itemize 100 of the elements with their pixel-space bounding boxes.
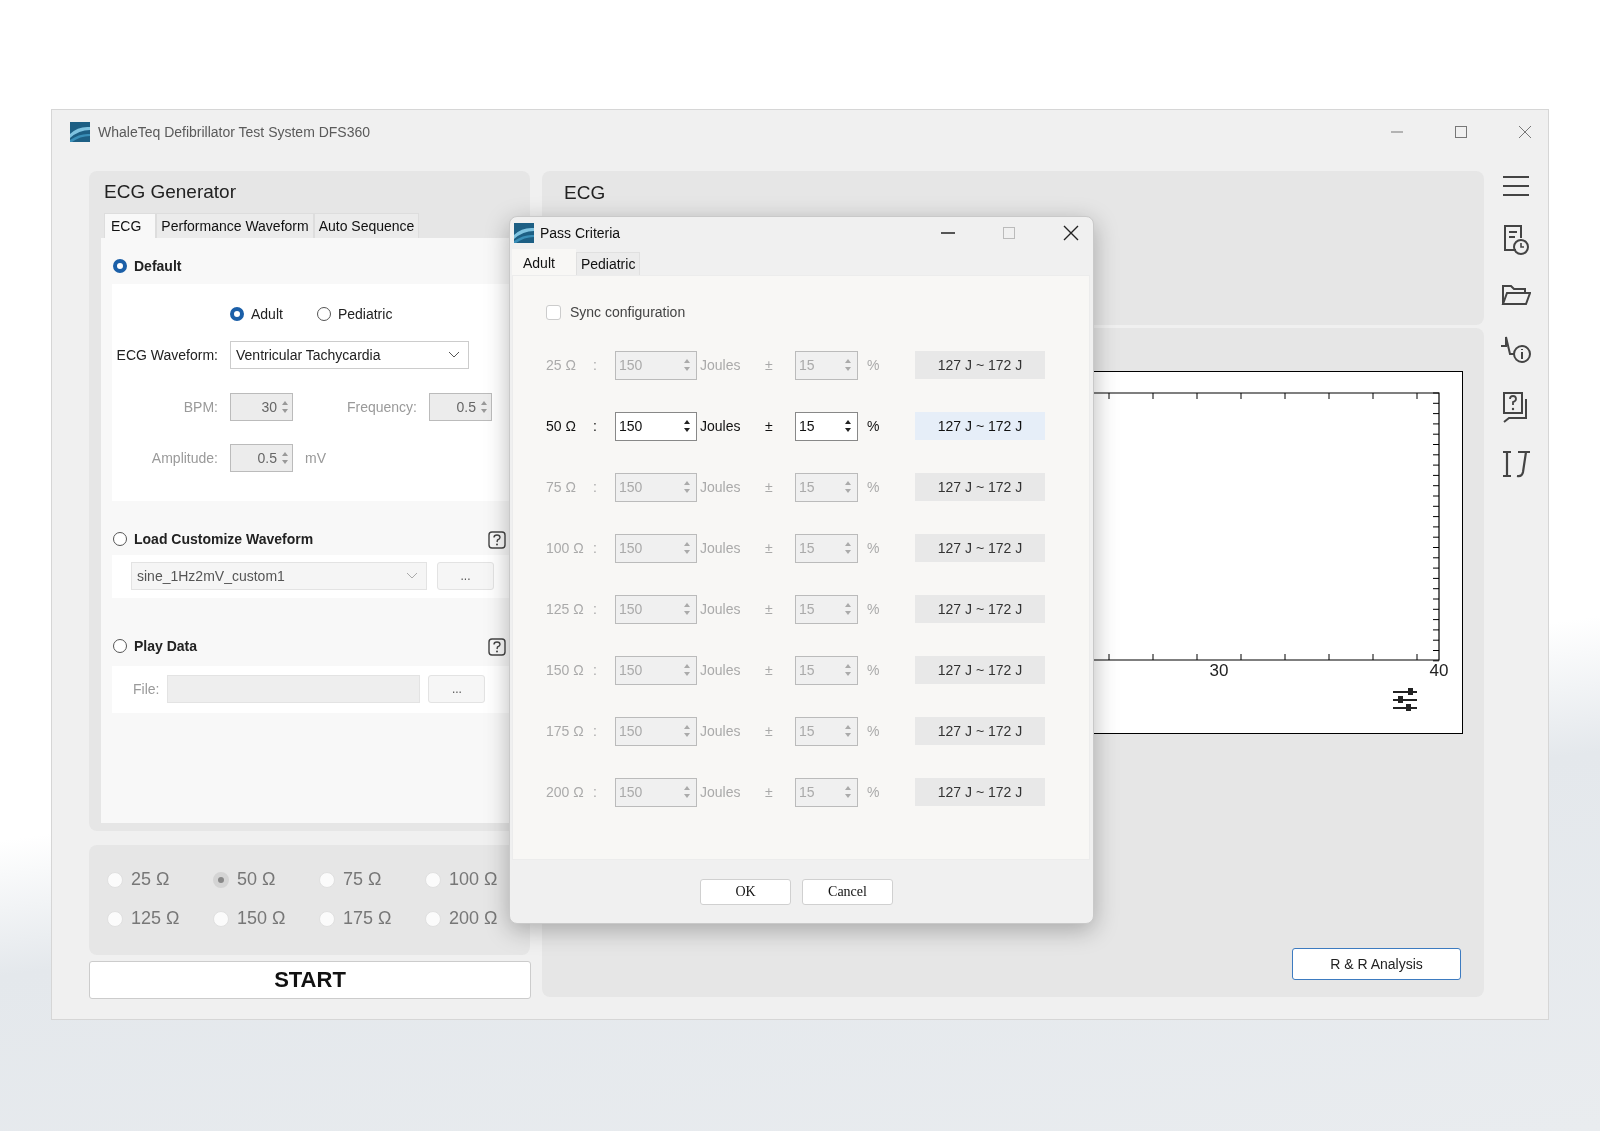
- app-logo-icon: [514, 223, 534, 243]
- impedance-label: 200 Ω: [546, 784, 585, 800]
- unit-label: %: [866, 662, 881, 678]
- impedance-label: 125 Ω: [546, 601, 585, 617]
- unit-label: %: [866, 540, 881, 556]
- separator-label: :: [593, 662, 598, 678]
- plus-minus-label: ±: [765, 357, 774, 373]
- impedance-label: 75 Ω: [546, 479, 577, 495]
- menu-icon[interactable]: [1502, 175, 1530, 197]
- file-dropdown[interactable]: sine_1Hz2mV_custom1: [131, 562, 427, 590]
- unit-label: Joules: [699, 601, 742, 617]
- energy-range: 127 J ~ 172 J: [915, 412, 1045, 440]
- unit-label: mV: [305, 450, 326, 466]
- tolerance-field[interactable]: 15: [795, 411, 858, 441]
- plus-minus-label: ±: [765, 601, 774, 617]
- radio-option[interactable]: Pediatric: [316, 306, 393, 322]
- unit-label: %: [866, 601, 881, 617]
- energy-field[interactable]: 150: [615, 411, 697, 441]
- tab[interactable]: Auto Sequence: [313, 213, 420, 238]
- separator-label: :: [593, 723, 598, 739]
- unit-label: %: [866, 723, 881, 739]
- axis-tick-label: 40: [1429, 661, 1449, 680]
- unit-label: Joules: [699, 662, 742, 678]
- separator-label: :: [593, 601, 598, 617]
- document-clock-icon[interactable]: [1502, 224, 1530, 256]
- impedance-label: 175 Ω: [546, 723, 585, 739]
- panel-title: ECG: [563, 182, 607, 205]
- field-label: Amplitude:: [150, 450, 219, 466]
- help-icon[interactable]: [488, 531, 506, 549]
- plus-minus-label: ±: [765, 479, 774, 495]
- unit-label: Joules: [699, 540, 742, 556]
- maximize-icon[interactable]: [1002, 226, 1016, 240]
- energy-range: 127 J ~ 172 J: [915, 656, 1045, 684]
- separator-label: :: [593, 784, 598, 800]
- radio-option[interactable]: Load Customize Waveform: [112, 531, 314, 547]
- tab[interactable]: Pediatric: [575, 252, 641, 275]
- waveform-dropdown[interactable]: Ventricular Tachycardia: [230, 341, 469, 369]
- unit-label: %: [866, 418, 881, 434]
- field-label: File:: [132, 681, 160, 697]
- unit-label: %: [866, 479, 881, 495]
- unit-label: Joules: [699, 479, 742, 495]
- radio-circle[interactable]: [316, 307, 331, 321]
- unit-label: Joules: [699, 784, 742, 800]
- radio-option[interactable]: Default: [112, 258, 182, 274]
- chevron-down-icon: [448, 351, 460, 359]
- separator-label: :: [593, 479, 598, 495]
- impedance-label: 100 Ω: [546, 540, 585, 556]
- radio-option[interactable]: Play Data: [112, 638, 198, 654]
- browse-button[interactable]: ...: [428, 675, 486, 703]
- plus-minus-label: ±: [765, 418, 774, 434]
- impedance-label: 25 Ω: [546, 357, 577, 373]
- axis-tick-label: 30: [1209, 661, 1229, 680]
- help-icon[interactable]: [488, 638, 506, 656]
- radio-circle[interactable]: [113, 532, 127, 546]
- field-label: BPM:: [182, 399, 219, 415]
- energy-range: 127 J ~ 172 J: [915, 717, 1045, 745]
- file-path-field[interactable]: [167, 675, 421, 703]
- unit-label: %: [866, 357, 881, 373]
- dialog-button[interactable]: OK: [700, 878, 791, 905]
- separator-label: :: [593, 540, 598, 556]
- energy-range: 127 J ~ 172 J: [915, 534, 1045, 562]
- dialog-title: Pass Criteria: [540, 225, 621, 241]
- plus-minus-label: ±: [765, 784, 774, 800]
- tab[interactable]: Performance Waveform: [156, 213, 314, 238]
- energy-range: 127 J ~ 172 J: [915, 351, 1045, 379]
- window-title: WhaleTeq Defibrillator Test System DFS360: [98, 124, 371, 140]
- unit-label: %: [866, 784, 881, 800]
- chevron-down-icon: [406, 572, 418, 580]
- unit-label: Joules: [699, 357, 742, 373]
- maximize-icon[interactable]: [1454, 125, 1468, 139]
- unit-label: Joules: [699, 418, 742, 434]
- radio-circle[interactable]: [113, 259, 127, 273]
- radio-circle[interactable]: [230, 307, 244, 321]
- plus-minus-label: ±: [765, 723, 774, 739]
- dialog-button[interactable]: Cancel: [802, 878, 893, 905]
- energy-range: 127 J ~ 172 J: [915, 595, 1045, 623]
- plus-minus-label: ±: [765, 662, 774, 678]
- checkbox-option[interactable]: Sync configuration: [546, 304, 1089, 320]
- tab[interactable]: Adult: [512, 249, 576, 275]
- separator-label: :: [593, 357, 598, 373]
- field-label: ECG Waveform:: [115, 347, 219, 363]
- beam-hook-icon[interactable]: [1500, 450, 1532, 478]
- checkbox[interactable]: [546, 304, 561, 320]
- unit-label: Joules: [699, 723, 742, 739]
- plus-minus-label: ±: [765, 540, 774, 556]
- folder-icon[interactable]: [1501, 283, 1531, 307]
- energy-range: 127 J ~ 172 J: [915, 778, 1045, 806]
- separator-label: :: [593, 418, 598, 434]
- waveform-info-icon[interactable]: [1500, 334, 1532, 364]
- sliders-icon[interactable]: [1392, 688, 1418, 711]
- close-icon[interactable]: [1063, 225, 1079, 241]
- impedance-label: 50 Ω: [546, 418, 577, 434]
- app-logo-icon: [70, 122, 90, 142]
- field-label: Frequency:: [345, 399, 418, 415]
- radio-circle[interactable]: [113, 639, 127, 653]
- analysis-button[interactable]: R & R Analysis: [1292, 948, 1461, 980]
- radio-option[interactable]: Adult: [230, 306, 283, 322]
- tab[interactable]: ECG: [104, 213, 157, 238]
- start-button[interactable]: START: [89, 961, 531, 999]
- browse-button[interactable]: ...: [437, 562, 494, 590]
